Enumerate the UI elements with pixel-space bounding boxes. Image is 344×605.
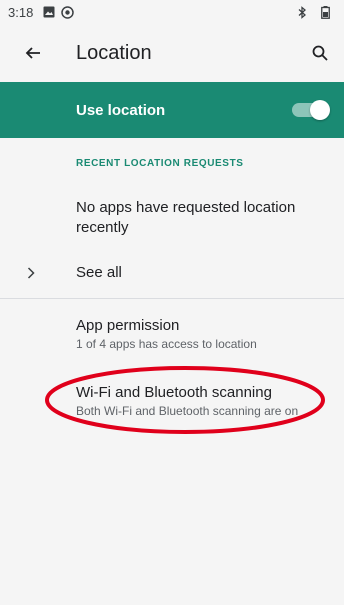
search-button[interactable]: [296, 24, 344, 82]
image-icon: [43, 6, 55, 18]
wifi-bluetooth-scanning-item[interactable]: Wi-Fi and Bluetooth scanning Both Wi-Fi …: [76, 383, 344, 419]
bluetooth-icon: [297, 5, 307, 19]
app-permission-title: App permission: [76, 317, 180, 334]
app-permission-summary: 1 of 4 apps has access to location: [76, 337, 257, 351]
arrow-back-icon: [25, 47, 40, 59]
sync-icon: [61, 5, 75, 19]
back-button[interactable]: [0, 24, 56, 82]
page-title: Location: [76, 41, 152, 64]
no-apps-message: No apps have requested location recently: [76, 199, 296, 236]
divider: [0, 298, 344, 299]
see-all-label: See all: [76, 264, 122, 281]
use-location-label: Use location: [76, 101, 166, 119]
use-location-toggle[interactable]: [292, 100, 330, 120]
toggle-knob: [310, 100, 330, 120]
battery-icon: [321, 5, 330, 19]
wifi-bluetooth-scanning-summary: Both Wi-Fi and Bluetooth scanning are on: [76, 404, 299, 418]
recent-requests-header: RECENT LOCATION REQUESTS: [76, 158, 244, 169]
wifi-bluetooth-scanning-title: Wi-Fi and Bluetooth scanning: [76, 384, 272, 401]
status-time: 3:18: [8, 4, 34, 20]
see-all-row[interactable]: See all: [0, 256, 344, 290]
use-location-row[interactable]: Use location: [0, 82, 344, 138]
location-settings-screen: 3:18 Location Use location RECENT LOCATI…: [0, 0, 344, 605]
app-permission-item[interactable]: App permission 1 of 4 apps has access to…: [76, 316, 336, 352]
app-bar: Location: [0, 24, 344, 82]
chevron-right-icon: [0, 267, 76, 279]
search-icon: [312, 45, 328, 61]
status-bar: 3:18: [0, 0, 344, 24]
status-right: [297, 5, 336, 19]
